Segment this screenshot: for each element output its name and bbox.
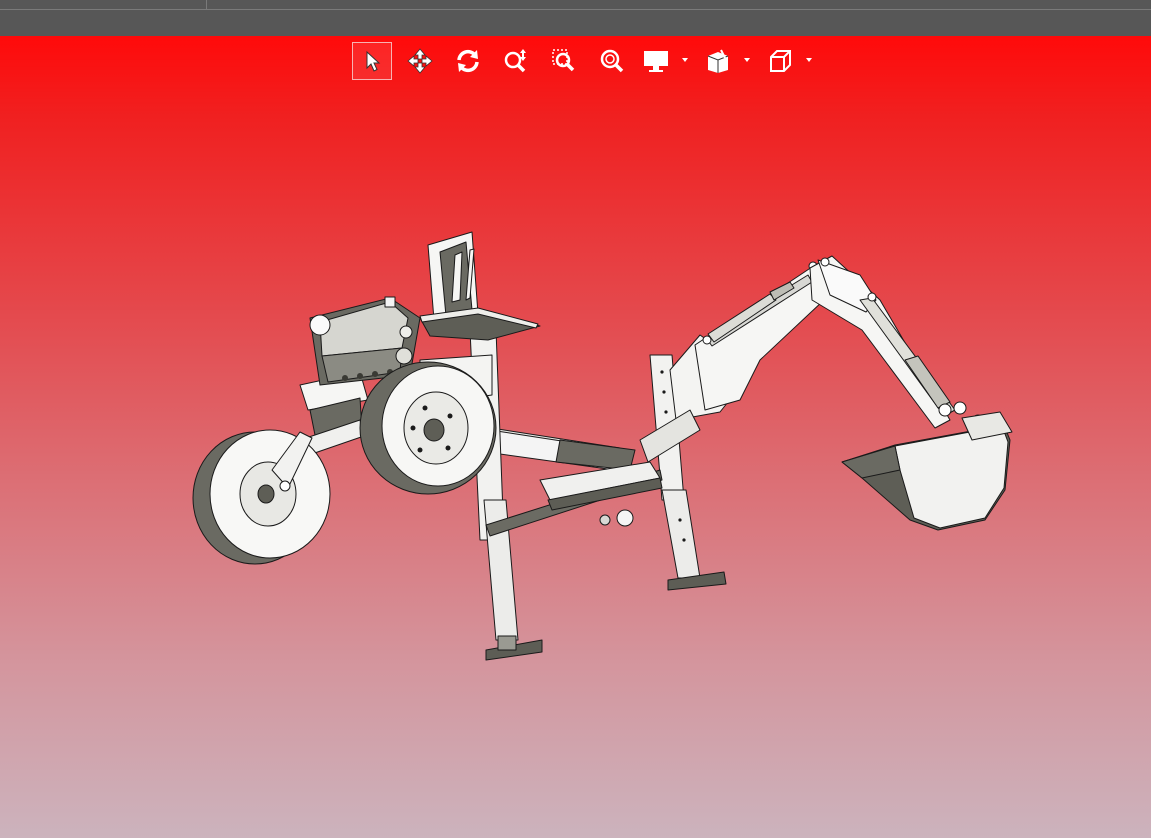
pan-arrows-icon (407, 48, 433, 74)
zoom-fit-icon (600, 49, 624, 73)
tab-divider (206, 0, 207, 9)
display-mode-button[interactable] (640, 42, 698, 80)
rotate-button[interactable] (448, 42, 488, 80)
stabilizer-crossbar (485, 461, 663, 537)
title-bar (0, 0, 1151, 36)
cad-application (0, 0, 1151, 838)
zoom-in-out-button[interactable] (496, 42, 536, 80)
zoom-window-button[interactable] (544, 42, 584, 80)
3d-viewport[interactable] (0, 36, 1151, 838)
zoom-window-icon (552, 49, 575, 72)
zoom-fit-button[interactable] (592, 42, 632, 80)
monitor-icon (644, 51, 668, 72)
bucket (841, 401, 1013, 531)
section-view-button[interactable] (702, 42, 760, 80)
rotate-icon (457, 49, 479, 73)
cursor-arrow-icon (366, 50, 381, 72)
view-orientation-button[interactable] (764, 42, 822, 80)
tab-strip (0, 0, 1151, 10)
select-button[interactable] (352, 42, 392, 80)
operator-seat (419, 231, 541, 341)
pan-button[interactable] (400, 42, 440, 80)
wheel-front-left (192, 429, 331, 565)
chevron-down-icon[interactable] (682, 58, 688, 62)
cube-view-icon (770, 50, 791, 72)
chevron-down-icon[interactable] (806, 58, 812, 62)
wheel-front-right (359, 361, 497, 495)
dipper-arm (809, 255, 984, 429)
backhoe-model[interactable] (0, 36, 1151, 838)
zoom-icon (504, 49, 526, 73)
chevron-down-icon[interactable] (744, 58, 750, 62)
graphics-toolbar (352, 41, 826, 81)
section-view-icon (707, 49, 729, 73)
